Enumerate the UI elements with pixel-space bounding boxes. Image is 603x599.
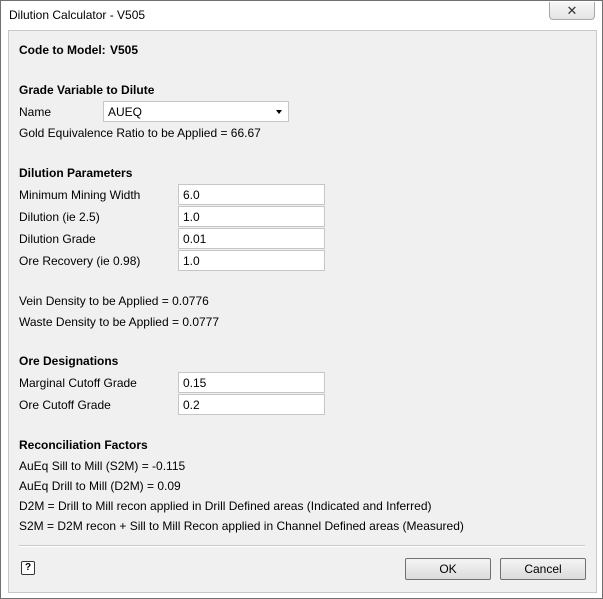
minimum-mining-width-input[interactable]: 6.0 [178, 184, 325, 205]
ok-button[interactable]: OK [405, 558, 491, 580]
gold-equivalence-ratio: Gold Equivalence Ratio to be Applied = 6… [19, 126, 261, 140]
dilution-parameters-heading: Dilution Parameters [19, 166, 133, 180]
name-label: Name [19, 105, 52, 119]
reconciliation-heading: Reconciliation Factors [19, 438, 148, 452]
dialog-window: Dilution Calculator - V505 ✕ Code to Mod… [0, 0, 603, 599]
footer-divider [19, 545, 585, 547]
ore-recovery-label: Ore Recovery (ie 0.98) [19, 254, 141, 268]
ore-designations-heading: Ore Designations [19, 354, 119, 368]
reconciliation-line: AuEq Drill to Mill (D2M) = 0.09 [19, 479, 181, 493]
cancel-button[interactable]: Cancel [500, 558, 586, 580]
marginal-cutoff-input[interactable]: 0.15 [178, 372, 325, 393]
dialog-body: Code to Model: V505 Grade Variable to Di… [8, 30, 597, 593]
title-bar[interactable]: Dilution Calculator - V505 ✕ [1, 1, 602, 29]
close-icon: ✕ [566, 3, 578, 18]
name-select[interactable]: AUEQ [103, 101, 289, 122]
name-select-value: AUEQ [108, 105, 143, 119]
vein-density-text: Vein Density to be Applied = 0.0776 [19, 294, 209, 308]
marginal-cutoff-label: Marginal Cutoff Grade [19, 376, 137, 390]
dilution-grade-input[interactable]: 0.01 [178, 228, 325, 249]
close-button[interactable]: ✕ [549, 2, 595, 20]
window-title: Dilution Calculator - V505 [9, 8, 146, 22]
ore-cutoff-label: Ore Cutoff Grade [19, 398, 111, 412]
ore-recovery-input[interactable]: 1.0 [178, 250, 325, 271]
reconciliation-line: D2M = Drill to Mill recon applied in Dri… [19, 499, 432, 513]
dilution-input[interactable]: 1.0 [178, 206, 325, 227]
minimum-mining-width-label: Minimum Mining Width [19, 188, 141, 202]
dilution-label: Dilution (ie 2.5) [19, 210, 100, 224]
dilution-grade-label: Dilution Grade [19, 232, 96, 246]
ore-cutoff-input[interactable]: 0.2 [178, 394, 325, 415]
reconciliation-line: S2M = D2M recon + Sill to Mill Recon app… [19, 519, 464, 533]
help-icon[interactable]: ? [21, 561, 35, 575]
code-to-model-value: V505 [110, 43, 139, 57]
reconciliation-line: AuEq Sill to Mill (S2M) = -0.115 [19, 459, 186, 473]
grade-variable-heading: Grade Variable to Dilute [19, 83, 155, 97]
chevron-down-icon [276, 110, 282, 114]
code-to-model-label: Code to Model: [19, 43, 106, 57]
waste-density-text: Waste Density to be Applied = 0.0777 [19, 315, 220, 329]
